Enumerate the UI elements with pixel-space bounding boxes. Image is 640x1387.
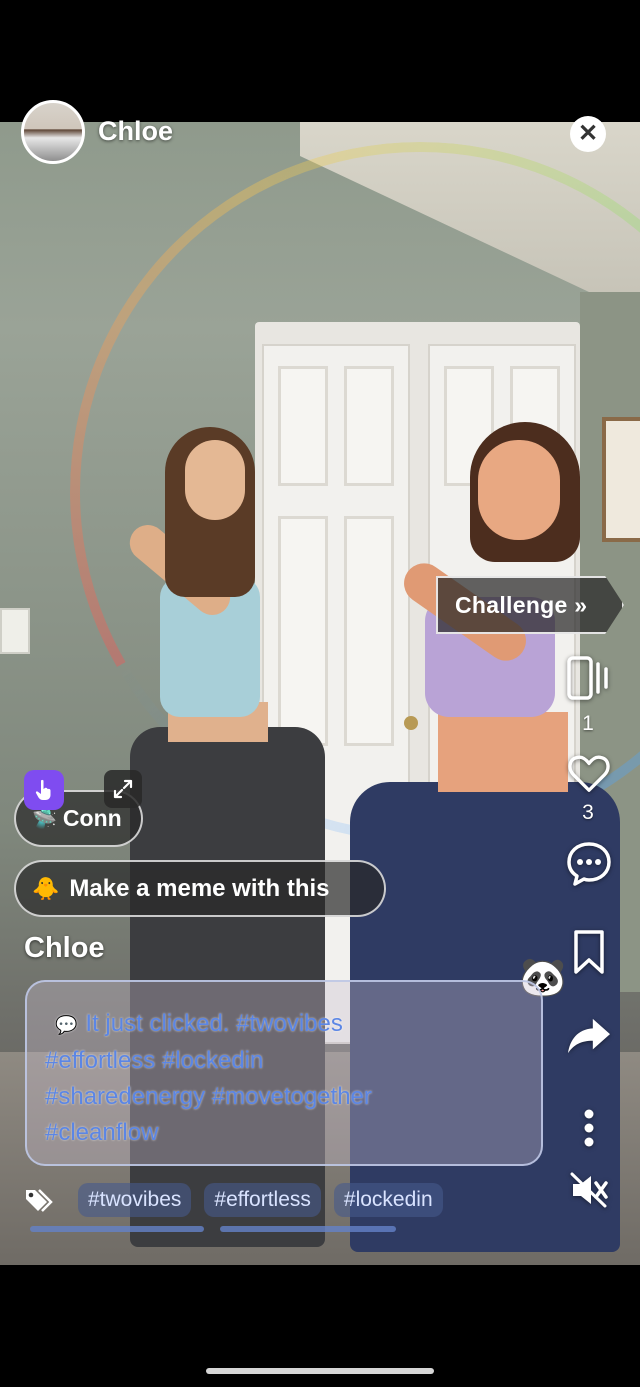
expand-icon[interactable] <box>104 770 142 808</box>
clips-icon[interactable] <box>565 654 613 707</box>
profile-username[interactable]: Chloe <box>98 116 173 147</box>
profile-avatar[interactable] <box>21 100 85 164</box>
meme-emoji: 🐥 <box>32 875 60 901</box>
hashtag-chip[interactable]: #lockedin <box>333 1183 443 1217</box>
challenge-label: Challenge » <box>455 591 588 618</box>
home-indicator[interactable] <box>206 1368 434 1374</box>
caption-box[interactable]: 💬 It just clicked. #twovibes #effortless … <box>25 980 543 1166</box>
dancer-right-waist <box>438 712 568 792</box>
speech-bubble-icon: 💬 <box>55 1015 78 1035</box>
tag-icon <box>24 1186 60 1214</box>
likes-count: 3 <box>582 801 594 824</box>
meme-label: Make a meme with this <box>69 874 330 902</box>
caption-line-2: #effortless #lockedin <box>45 1047 264 1074</box>
more-options-icon[interactable] <box>565 1108 613 1153</box>
caption-line-1: 💬 It just clicked. #twovibes <box>55 1010 343 1037</box>
comment-icon[interactable] <box>565 840 613 893</box>
caption-line-3: #sharedenergy #movetogether <box>45 1083 372 1110</box>
caption-line-4: #cleanflow <box>45 1119 159 1146</box>
share-icon[interactable] <box>565 1015 613 1062</box>
close-button[interactable]: ✕ <box>570 116 606 152</box>
make-meme-button[interactable]: 🐥 Make a meme with this <box>14 860 386 917</box>
heart-icon[interactable] <box>565 750 613 801</box>
challenge-button[interactable]: Challenge » <box>436 576 624 634</box>
post-author[interactable]: Chloe <box>24 932 105 965</box>
light-switch <box>0 608 30 654</box>
dancer-right-face <box>478 440 560 540</box>
hashtag-chip[interactable]: #twovibes <box>78 1183 192 1217</box>
tap-hand-icon[interactable] <box>24 770 64 810</box>
hashtag-row: #twovibes #effortless #lockedin <box>24 1182 456 1218</box>
mute-icon[interactable] <box>565 1172 613 1213</box>
bookmark-icon[interactable] <box>565 928 613 981</box>
partial-chip <box>30 1226 204 1232</box>
hashtag-chip[interactable]: #effortless <box>204 1183 321 1217</box>
connect-label: Conn <box>62 805 122 831</box>
dancer-left-face <box>185 440 245 520</box>
clips-count: 1 <box>582 712 594 735</box>
partial-chip <box>220 1226 396 1232</box>
